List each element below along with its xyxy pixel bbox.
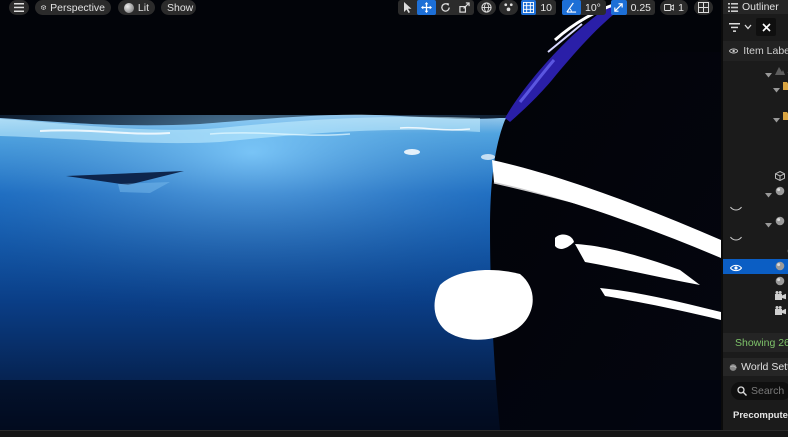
precomputed-section-header[interactable]: Precomputed — [723, 405, 788, 425]
outliner-tab[interactable]: Outliner — [723, 0, 788, 14]
surface-snap-button[interactable] — [499, 0, 518, 15]
grid-snap-toggle[interactable] — [521, 0, 537, 15]
sphere-icon — [775, 186, 785, 199]
grid-snap-control: 10 — [521, 0, 556, 15]
outliner-row[interactable]: B — [723, 214, 788, 229]
outliner-row[interactable] — [723, 199, 788, 214]
outliner-row[interactable]: B — [723, 259, 788, 274]
viewport-menu-button[interactable] — [9, 0, 29, 15]
outliner-row[interactable] — [723, 154, 788, 169]
lit-mode-button[interactable]: Lit — [118, 0, 155, 15]
scale-snap-icon — [614, 3, 624, 12]
camera-icon — [775, 306, 786, 318]
angle-icon — [566, 2, 577, 13]
scale-snap-control: 0.25 — [611, 0, 655, 15]
outliner-panel: Outliner Item Labe AgCM2BBBBCC Showing 2… — [721, 0, 788, 430]
rotation-snap-control: 10° — [562, 0, 606, 15]
viewport-scene — [0, 0, 721, 430]
outliner-row[interactable] — [723, 244, 788, 259]
cube-icon — [41, 5, 46, 10]
outliner-row[interactable] — [723, 124, 788, 139]
eye-icon[interactable] — [729, 47, 739, 55]
clear-filter-button[interactable] — [756, 18, 776, 36]
outliner-row[interactable]: Ag — [723, 64, 788, 79]
perspective-button[interactable]: Perspective — [35, 0, 111, 15]
grid-icon — [523, 2, 535, 13]
outliner-row[interactable] — [723, 229, 788, 244]
viewport-layout-button[interactable] — [694, 0, 713, 15]
filter-icon[interactable] — [729, 22, 740, 32]
select-tool-button[interactable] — [398, 0, 417, 15]
grid-snap-value[interactable]: 10 — [536, 2, 556, 14]
search-icon — [737, 386, 747, 396]
outliner-row[interactable]: C — [723, 289, 788, 304]
lit-sphere-icon — [124, 2, 134, 13]
show-label: Show — [167, 1, 194, 14]
outliner-item-count: Showing 26 — [735, 336, 788, 349]
outliner-row[interactable] — [723, 94, 788, 109]
level-icon — [775, 66, 785, 78]
rotate-tool-button[interactable] — [436, 0, 455, 15]
level-viewport[interactable]: Perspective Lit Show 10 10° 0.25 1 — [0, 0, 721, 430]
outliner-row[interactable]: B — [723, 184, 788, 199]
cursor-icon — [404, 2, 412, 13]
status-bar — [0, 430, 788, 437]
world-local-button[interactable] — [477, 0, 496, 15]
camera-speed-value: 1 — [678, 1, 684, 14]
outliner-row[interactable]: B — [723, 274, 788, 289]
search-placeholder: Search — [751, 385, 785, 397]
world-settings-tab[interactable]: World Sett — [723, 358, 788, 376]
sphere-icon — [775, 261, 785, 274]
outliner-row[interactable]: C — [723, 304, 788, 319]
move-arrows-icon — [421, 2, 432, 13]
world-settings-title: World Sett — [741, 361, 788, 373]
outliner-row[interactable] — [723, 139, 788, 154]
precomputed-section-label: Precomputed — [733, 409, 788, 421]
list-icon — [728, 2, 738, 12]
rotation-snap-value[interactable]: 10° — [581, 2, 605, 14]
scale-snap-toggle[interactable] — [611, 0, 627, 15]
outliner-toolbar — [723, 16, 788, 38]
lit-label: Lit — [137, 1, 149, 14]
folder-icon — [783, 111, 788, 123]
layout-grid-icon — [698, 2, 709, 13]
outliner-column-header: Item Labe — [723, 41, 788, 61]
show-button[interactable]: Show — [161, 0, 196, 15]
sphere-icon — [775, 276, 785, 289]
outliner-title: Outliner — [742, 1, 779, 13]
rotate-icon — [441, 2, 450, 12]
camera-icon — [775, 291, 786, 303]
scale-snap-value[interactable]: 0.25 — [627, 2, 655, 14]
outliner-row[interactable]: 2 — [723, 169, 788, 184]
close-icon — [761, 22, 771, 32]
world-settings-search[interactable]: Search — [731, 382, 788, 400]
mesh-icon — [775, 170, 785, 184]
camera-speed-button[interactable]: 1 — [660, 0, 688, 15]
rotation-snap-toggle[interactable] — [562, 0, 581, 15]
outliner-row[interactable]: C — [723, 79, 788, 94]
folder-icon — [783, 81, 788, 93]
video-camera-icon — [664, 4, 675, 11]
world-globe-icon — [729, 363, 737, 371]
outliner-row[interactable]: M — [723, 109, 788, 124]
scale-tool-button[interactable] — [455, 0, 474, 15]
scale-icon — [459, 2, 470, 13]
perspective-label: Perspective — [50, 1, 105, 14]
outliner-footer: Showing 26 — [723, 333, 788, 352]
sphere-icon — [775, 216, 785, 229]
move-tool-button[interactable] — [417, 0, 436, 15]
surface-snap-icon — [504, 3, 513, 12]
viewport-toolbar: Perspective Lit Show 10 10° 0.25 1 — [0, 0, 721, 16]
chevron-down-icon[interactable] — [744, 24, 752, 30]
item-label-column[interactable]: Item Labe — [743, 45, 788, 57]
hamburger-icon — [14, 3, 24, 12]
globe-icon — [481, 2, 492, 13]
transform-tools — [398, 0, 474, 15]
